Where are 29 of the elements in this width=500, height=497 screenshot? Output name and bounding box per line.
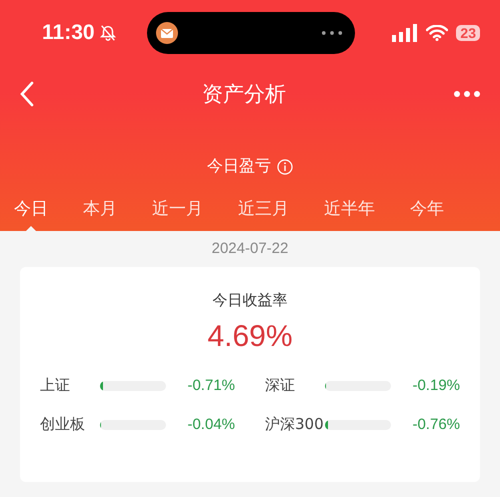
period-tab[interactable]: 今年 — [410, 193, 444, 232]
back-icon[interactable] — [20, 81, 34, 107]
period-tab[interactable]: 本月 — [83, 193, 117, 232]
index-name: 上证 — [40, 376, 71, 395]
index-change: -0.19% — [412, 377, 460, 394]
status-time: 11:30 — [42, 21, 95, 45]
more-icon[interactable] — [454, 91, 480, 97]
index-name: 沪深300 — [265, 415, 325, 434]
period-tab[interactable]: 近半年 — [324, 193, 375, 232]
return-value: 4.69% — [206, 320, 294, 354]
return-label: 今日收益率 — [212, 291, 288, 310]
page-title: 资产分析 — [202, 81, 286, 108]
info-icon[interactable] — [277, 158, 293, 174]
date-label: 2024-07-22 — [210, 239, 290, 259]
period-tab[interactable]: 近一月 — [152, 193, 203, 232]
dots-icon — [320, 30, 343, 36]
period-tab[interactable]: 今日 — [14, 193, 48, 232]
battery-level: 23 — [456, 25, 480, 41]
index-name: 深证 — [265, 376, 296, 395]
index-change: -0.04% — [187, 416, 235, 433]
index-change: -0.71% — [187, 377, 235, 394]
summary-label: 今日盈亏 — [207, 156, 271, 177]
wifi-icon — [426, 25, 448, 41]
index-name: 创业板 — [40, 415, 86, 434]
mail-icon — [156, 22, 178, 44]
period-tab[interactable]: 近三月 — [238, 193, 289, 232]
signal-icon — [392, 24, 418, 42]
index-change: -0.76% — [412, 416, 460, 433]
bell-muted-icon — [98, 24, 117, 42]
